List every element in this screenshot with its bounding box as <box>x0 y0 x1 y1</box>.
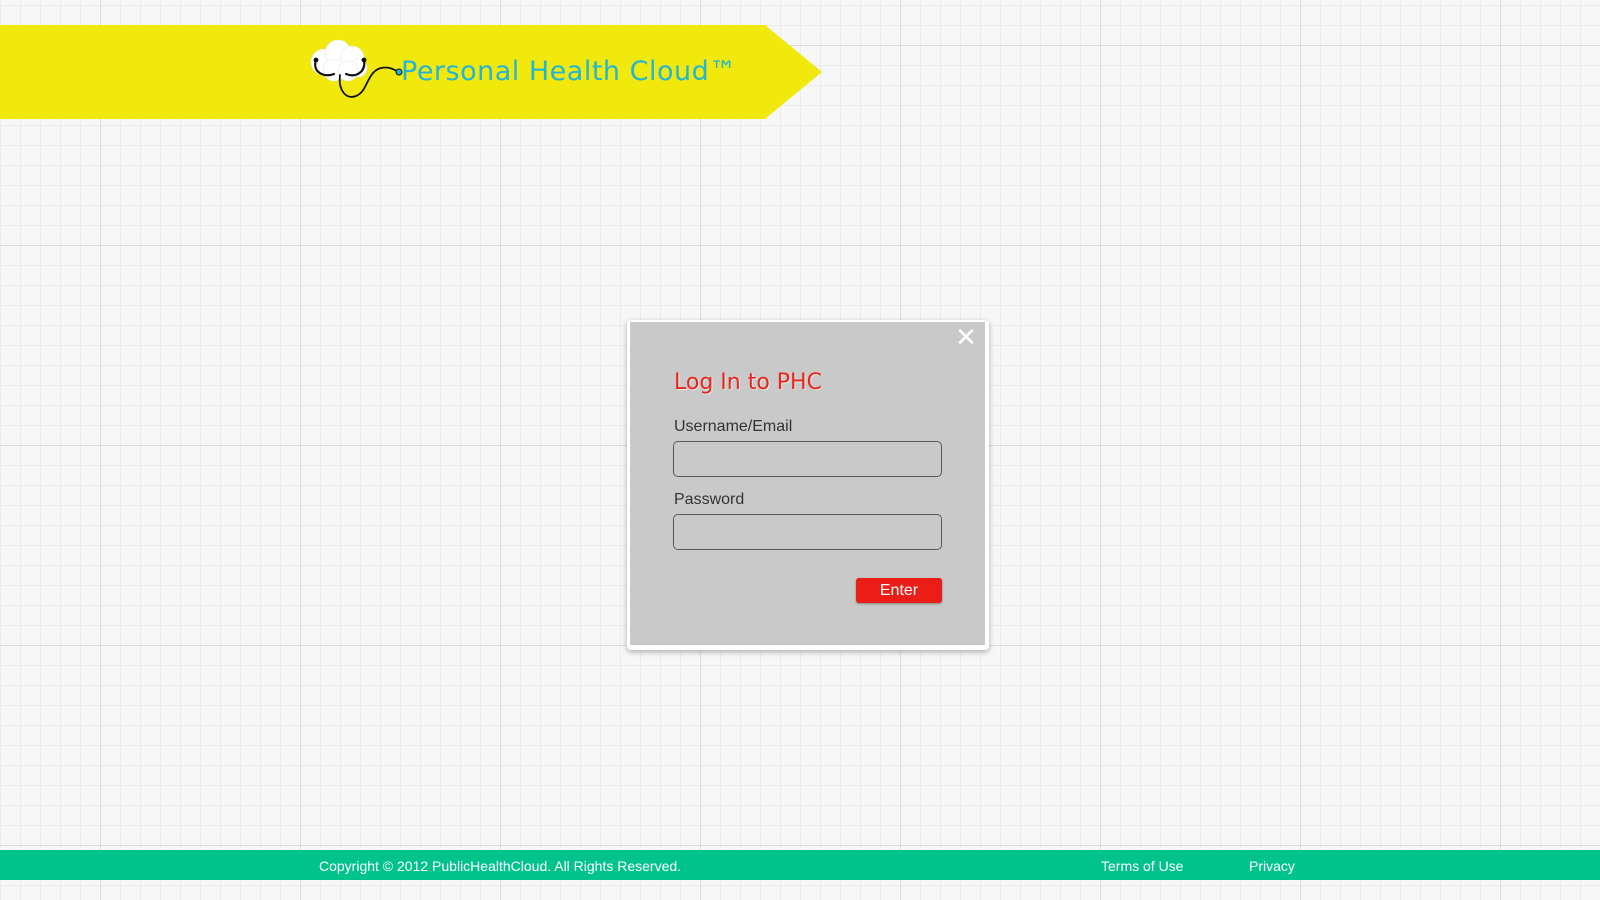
password-input[interactable] <box>673 514 942 550</box>
username-label: Username/Email <box>674 418 793 435</box>
brand-logo[interactable]: Personal Health Cloud™ <box>308 38 768 104</box>
cloud-stethoscope-icon <box>310 39 403 98</box>
dialog-title: Log In to PHC <box>674 370 822 395</box>
privacy-link[interactable]: Privacy <box>1249 858 1295 874</box>
password-label: Password <box>674 491 745 508</box>
footer-bar <box>0 850 1600 880</box>
terms-of-use-link[interactable]: Terms of Use <box>1101 858 1183 874</box>
enter-button[interactable]: Enter <box>856 578 942 603</box>
brand-name: Personal Health Cloud™ <box>401 56 737 87</box>
close-icon[interactable]: ✕ <box>954 325 978 351</box>
username-input[interactable] <box>673 441 942 477</box>
copyright-text: Copyright © 2012 PublicHealthCloud. All … <box>319 858 682 874</box>
